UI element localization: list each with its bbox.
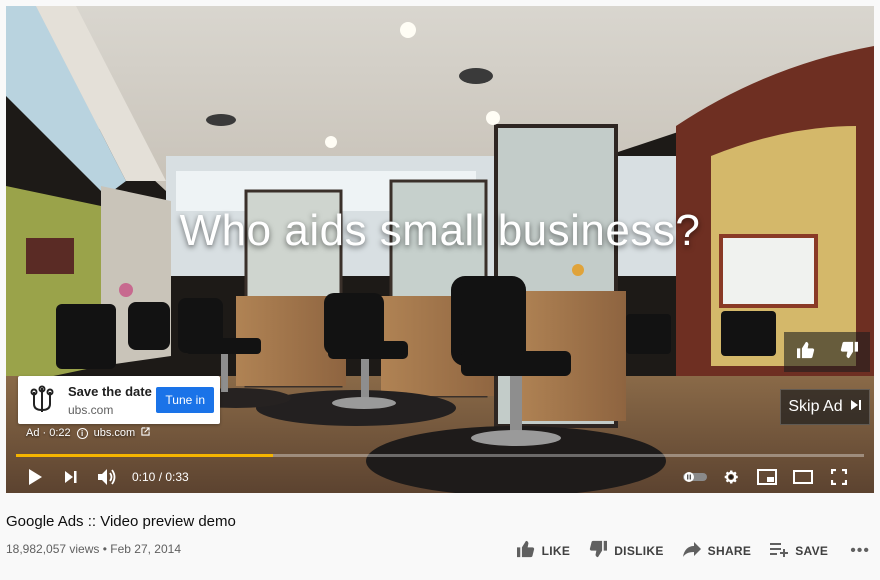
ad-feedback-box xyxy=(784,332,870,372)
dislike-label: DISLIKE xyxy=(614,543,664,558)
like-label: LIKE xyxy=(541,543,571,558)
ad-display-url[interactable]: ubs.com xyxy=(94,427,136,439)
theater-icon[interactable] xyxy=(788,462,818,492)
video-actions: LIKE DISLIKE SHARE SAVE ••• xyxy=(498,540,870,561)
time-display: 0:10 / 0:33 xyxy=(132,470,189,484)
ubs-logo-icon xyxy=(24,382,60,418)
thumbs-down-icon[interactable] xyxy=(839,341,859,364)
save-label: SAVE xyxy=(795,543,829,558)
tune-in-button[interactable]: Tune in xyxy=(156,387,214,413)
thumbs-down-icon xyxy=(588,540,608,561)
ad-companion-card[interactable]: Save the date ubs.com Tune in xyxy=(18,376,220,424)
volume-icon[interactable] xyxy=(92,462,122,492)
thumbs-up-icon[interactable] xyxy=(796,341,816,364)
video-title: Google Ads :: Video preview demo xyxy=(6,513,236,530)
skip-ad-button[interactable]: Skip Ad xyxy=(780,389,870,425)
play-icon[interactable] xyxy=(20,462,50,492)
video-meta: 18,982,057 views • Feb 27, 2014 xyxy=(6,542,181,556)
video-player[interactable]: Who aids small business? Save the date u… xyxy=(6,6,874,493)
like-button[interactable]: LIKE xyxy=(516,540,571,561)
player-controls: 0:10 / 0:33 xyxy=(6,462,874,492)
progress-fill xyxy=(16,454,273,457)
info-icon[interactable]: i xyxy=(76,427,88,439)
ad-domain: ubs.com xyxy=(68,402,114,417)
autoplay-toggle-icon[interactable] xyxy=(680,462,710,492)
more-actions-button[interactable]: ••• xyxy=(850,542,870,560)
video-overlay-headline: Who aids small business? xyxy=(179,206,701,255)
share-button[interactable]: SHARE xyxy=(682,541,752,560)
skip-icon xyxy=(850,398,862,416)
thumbs-up-icon xyxy=(516,540,536,561)
ad-info-bar: Ad · 0:22 i ubs.com xyxy=(26,427,150,439)
external-link-icon[interactable] xyxy=(141,427,150,439)
share-label: SHARE xyxy=(707,543,752,558)
save-button[interactable]: SAVE xyxy=(769,541,828,560)
ad-badge: Ad · 0:22 xyxy=(26,427,71,439)
next-icon[interactable] xyxy=(56,462,86,492)
video-page: Who aids small business? Save the date u… xyxy=(0,0,880,580)
miniplayer-icon[interactable] xyxy=(752,462,782,492)
dislike-button[interactable]: DISLIKE xyxy=(588,540,663,561)
save-playlist-icon xyxy=(769,541,789,560)
progress-bar[interactable] xyxy=(16,454,864,457)
skip-ad-label: Skip Ad xyxy=(788,398,843,415)
ad-text-block: Save the date ubs.com xyxy=(68,384,156,417)
share-icon xyxy=(682,541,702,560)
fullscreen-icon[interactable] xyxy=(824,462,854,492)
settings-icon[interactable] xyxy=(716,462,746,492)
ad-title: Save the date xyxy=(68,383,152,399)
